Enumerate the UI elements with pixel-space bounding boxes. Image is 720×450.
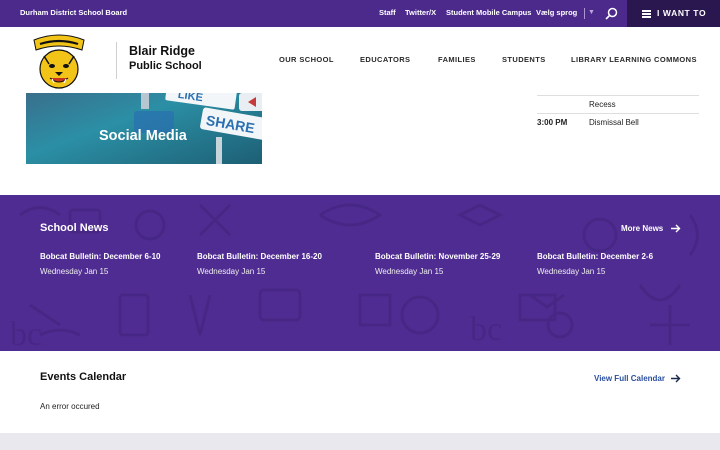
chevron-down-icon: ▼ xyxy=(588,9,595,16)
bell-label: Recess xyxy=(589,100,616,109)
events-calendar-title: Events Calendar xyxy=(40,371,127,383)
arrow-right-icon xyxy=(671,374,681,383)
bell-time: 3:00 PM xyxy=(537,118,568,127)
bell-label: Dismissal Bell xyxy=(589,118,639,127)
svg-text:bc: bc xyxy=(470,311,502,348)
bell-divider xyxy=(537,95,699,96)
nav-students[interactable]: STUDENTS xyxy=(502,55,546,64)
top-utility-bar: Durham District School Board Staff Twitt… xyxy=(0,0,720,27)
logo-divider xyxy=(116,42,117,79)
view-full-calendar-link[interactable]: View Full Calendar xyxy=(594,374,665,383)
social-media-banner[interactable]: LIKE SHARE Social Media xyxy=(26,93,262,164)
news-item-date: Wednesday Jan 15 xyxy=(375,267,444,276)
school-name-line1: Blair Ridge xyxy=(129,44,195,58)
nav-families[interactable]: FAMILIES xyxy=(438,55,476,64)
student-mobile-campus-link[interactable]: Student Mobile Campus xyxy=(446,8,531,17)
events-error-message: An error occured xyxy=(40,402,100,411)
site-header: Blair Ridge Public School OUR SCHOOL EDU… xyxy=(0,27,720,93)
school-name[interactable]: Blair Ridge Public School xyxy=(129,44,202,74)
news-item-title[interactable]: Bobcat Bulletin: November 25-29 xyxy=(375,252,500,261)
school-name-line2: Public School xyxy=(129,60,202,72)
twitter-link[interactable]: Twitter/X xyxy=(405,8,436,17)
i-want-to-button[interactable]: I WANT TO xyxy=(627,0,720,27)
footer-strip xyxy=(0,433,720,450)
bobcats-logo[interactable] xyxy=(30,32,88,90)
language-divider xyxy=(584,8,585,19)
language-select[interactable]: Vælg sprog xyxy=(536,8,577,17)
staff-link[interactable]: Staff xyxy=(379,8,396,17)
social-media-title: Social Media xyxy=(99,128,187,144)
news-item-title[interactable]: Bobcat Bulletin: December 2-6 xyxy=(537,252,653,261)
nav-library-learning-commons[interactable]: LIBRARY LEARNING COMMONS xyxy=(571,55,697,64)
school-news-title: School News xyxy=(40,222,109,234)
news-item-title[interactable]: Bobcat Bulletin: December 16-20 xyxy=(197,252,322,261)
news-item-title[interactable]: Bobcat Bulletin: December 6-10 xyxy=(40,252,160,261)
search-icon[interactable] xyxy=(605,7,618,20)
news-item-date: Wednesday Jan 15 xyxy=(537,267,606,276)
arrow-right-icon xyxy=(671,224,681,233)
more-news-link[interactable]: More News xyxy=(621,224,663,233)
school-news-section: bc bc School News More News Bobcat Bulle… xyxy=(0,195,720,351)
i-want-to-label: I WANT TO xyxy=(657,8,707,18)
nav-educators[interactable]: EDUCATORS xyxy=(360,55,410,64)
svg-text:LIKE: LIKE xyxy=(177,93,203,104)
menu-icon xyxy=(642,10,651,18)
bell-divider xyxy=(537,113,699,114)
news-item-date: Wednesday Jan 15 xyxy=(197,267,266,276)
district-link[interactable]: Durham District School Board xyxy=(20,8,127,17)
nav-our-school[interactable]: OUR SCHOOL xyxy=(279,55,334,64)
news-item-date: Wednesday Jan 15 xyxy=(40,267,109,276)
svg-text:bc: bc xyxy=(10,316,42,351)
